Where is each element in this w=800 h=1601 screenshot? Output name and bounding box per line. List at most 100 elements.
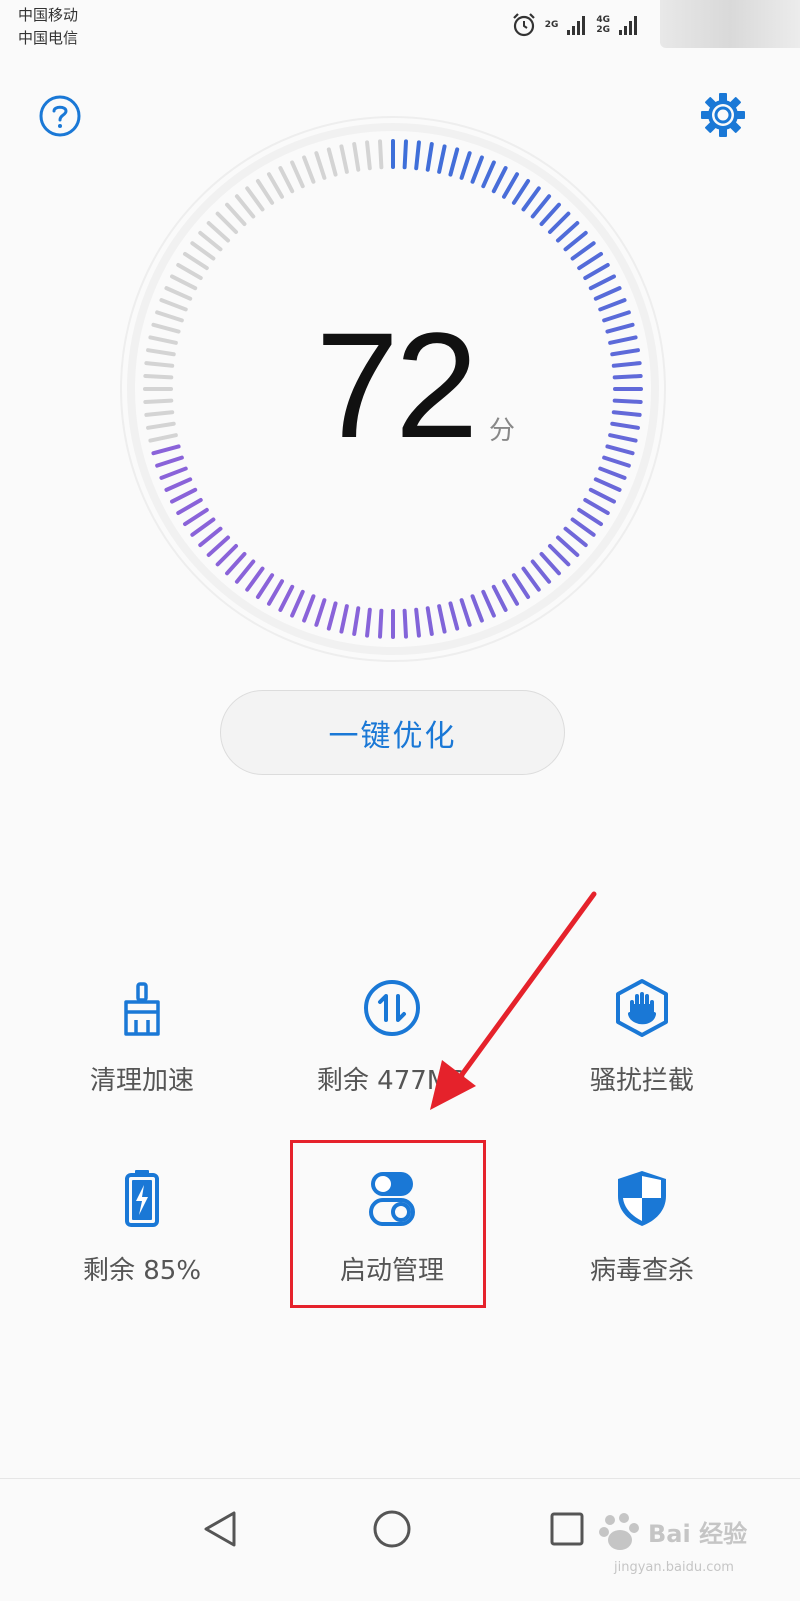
gauge-tick-active bbox=[602, 455, 631, 468]
gauge-tick-active bbox=[598, 298, 627, 312]
gauge-tick-active bbox=[539, 551, 561, 576]
gauge-tick-active bbox=[583, 498, 610, 515]
gauge-tick-active bbox=[278, 584, 295, 612]
carrier-label-1: 中国移动 bbox=[18, 6, 79, 24]
gauge-tick-active bbox=[588, 487, 616, 504]
gauge-tick-active bbox=[425, 142, 434, 172]
gauge-tick-active bbox=[170, 487, 198, 504]
gauge-tick-active bbox=[583, 263, 610, 280]
gauge-tick-active bbox=[414, 607, 421, 638]
gauge-tick-active bbox=[459, 151, 472, 180]
gauge-tick-active bbox=[511, 179, 531, 205]
tile-harassment-block[interactable]: 骚扰拦截 bbox=[522, 978, 762, 1128]
gauge-tick-inactive bbox=[148, 433, 178, 443]
gauge-tick-active bbox=[577, 507, 603, 527]
gauge-tick-active bbox=[159, 466, 188, 480]
gauge-tick-inactive bbox=[326, 147, 338, 177]
tile-label: 清理加速 bbox=[89, 1066, 194, 1096]
gauge-tick-active bbox=[378, 608, 384, 639]
gauge-tick-inactive bbox=[290, 160, 305, 189]
gauge-tick-active bbox=[608, 335, 638, 345]
gauge-tick-active bbox=[267, 579, 284, 606]
tile-virus-scan[interactable]: 病毒查杀 bbox=[522, 1168, 762, 1318]
tile-data-remaining[interactable]: 剩余 477MB bbox=[272, 978, 512, 1128]
gauge-tick-active bbox=[563, 526, 588, 548]
status-icons: 2G 4G 2G bbox=[511, 12, 640, 38]
tile-label: 启动管理 bbox=[339, 1256, 444, 1286]
gauge-tick-inactive bbox=[190, 241, 216, 261]
gauge-tick-active bbox=[448, 601, 460, 631]
gauge-tick-active bbox=[610, 348, 640, 357]
gauge-tick-active bbox=[530, 194, 552, 219]
settings-button[interactable] bbox=[700, 92, 746, 138]
gauge-tick-inactive bbox=[143, 398, 174, 404]
gauge-tick-active bbox=[402, 608, 408, 639]
gauge-tick-active bbox=[570, 517, 596, 537]
gauge-tick-active bbox=[593, 286, 622, 301]
gauge-tick-inactive bbox=[155, 310, 184, 323]
gauge-tick-active bbox=[352, 606, 361, 636]
tile-battery-remaining[interactable]: 剩余 85% bbox=[22, 1168, 262, 1318]
back-button[interactable] bbox=[192, 1499, 252, 1559]
gauge-tick-inactive bbox=[146, 348, 176, 357]
gauge-tick-active bbox=[563, 230, 588, 252]
tile-label: 剩余 477MB bbox=[316, 1066, 468, 1096]
gauge-tick-inactive bbox=[339, 144, 349, 174]
data-transfer-icon bbox=[364, 980, 420, 1036]
gauge-tick-inactive bbox=[144, 410, 175, 417]
help-button[interactable] bbox=[38, 94, 82, 138]
gauge-tick-inactive bbox=[267, 172, 284, 199]
gauge-tick-inactive bbox=[352, 142, 361, 172]
home-circle-icon bbox=[373, 1510, 411, 1548]
gauge-tick-active bbox=[539, 202, 561, 227]
gauge-tick-active bbox=[215, 543, 239, 567]
gauge-tick-active bbox=[577, 251, 603, 271]
gauge-tick-active bbox=[491, 166, 508, 194]
back-triangle-icon bbox=[204, 1511, 236, 1547]
gauge-tick-active bbox=[198, 526, 223, 548]
gauge-tick-active bbox=[470, 594, 484, 623]
gauge-tick-inactive bbox=[215, 211, 239, 235]
alarm-icon bbox=[512, 13, 535, 37]
gauge-tick-active bbox=[326, 601, 338, 631]
broom-icon bbox=[124, 982, 160, 1036]
toggle-switch-icon bbox=[369, 1172, 415, 1226]
gauge-tick-inactive bbox=[151, 322, 181, 334]
gauge-tick-inactive bbox=[245, 186, 265, 212]
one-click-optimize-button[interactable]: 一键优化 bbox=[220, 690, 565, 775]
gauge-tick-active bbox=[588, 274, 616, 291]
gauge-tick-active bbox=[414, 140, 421, 171]
gauge-tick-active bbox=[598, 466, 627, 480]
gauge-tick-active bbox=[176, 498, 203, 515]
score-unit: 分 bbox=[489, 416, 516, 446]
gauge-tick-active bbox=[314, 598, 327, 627]
gauge-tick-active bbox=[611, 361, 642, 368]
home-button[interactable] bbox=[362, 1499, 422, 1559]
tile-label: 剩余 85% bbox=[82, 1256, 202, 1286]
network-type-2-top: 4G bbox=[596, 15, 610, 25]
gauge-tick-active bbox=[491, 584, 508, 612]
recent-apps-button[interactable] bbox=[537, 1499, 597, 1559]
gauge-tick-active bbox=[164, 477, 193, 492]
gauge-tick-active bbox=[555, 535, 580, 557]
question-circle-icon bbox=[39, 95, 81, 137]
gauge-tick-active bbox=[155, 455, 184, 468]
gauge-tick-active bbox=[437, 604, 447, 634]
gauge-tick-active bbox=[521, 186, 541, 212]
navigation-bar bbox=[0, 1478, 800, 1601]
gauge-tick-active bbox=[459, 598, 472, 627]
signal-icon bbox=[567, 16, 586, 35]
gauge-tick-inactive bbox=[143, 374, 174, 380]
shield-icon bbox=[618, 1171, 666, 1226]
gauge-tick-inactive bbox=[365, 140, 372, 171]
tile-clean-speedup[interactable]: 清理加速 bbox=[22, 978, 262, 1128]
gauge-tick-active bbox=[190, 517, 216, 537]
gauge-tick-active bbox=[425, 606, 434, 636]
gauge-tick-active bbox=[206, 535, 231, 557]
gauge-tick-inactive bbox=[164, 286, 193, 301]
tile-startup-management[interactable]: 启动管理 bbox=[272, 1168, 512, 1318]
carrier-label-2: 中国电信 bbox=[18, 29, 79, 47]
gauge-tick-active bbox=[437, 144, 447, 174]
tile-label: 骚扰拦截 bbox=[589, 1066, 694, 1096]
gauge-tick-active bbox=[605, 322, 635, 334]
